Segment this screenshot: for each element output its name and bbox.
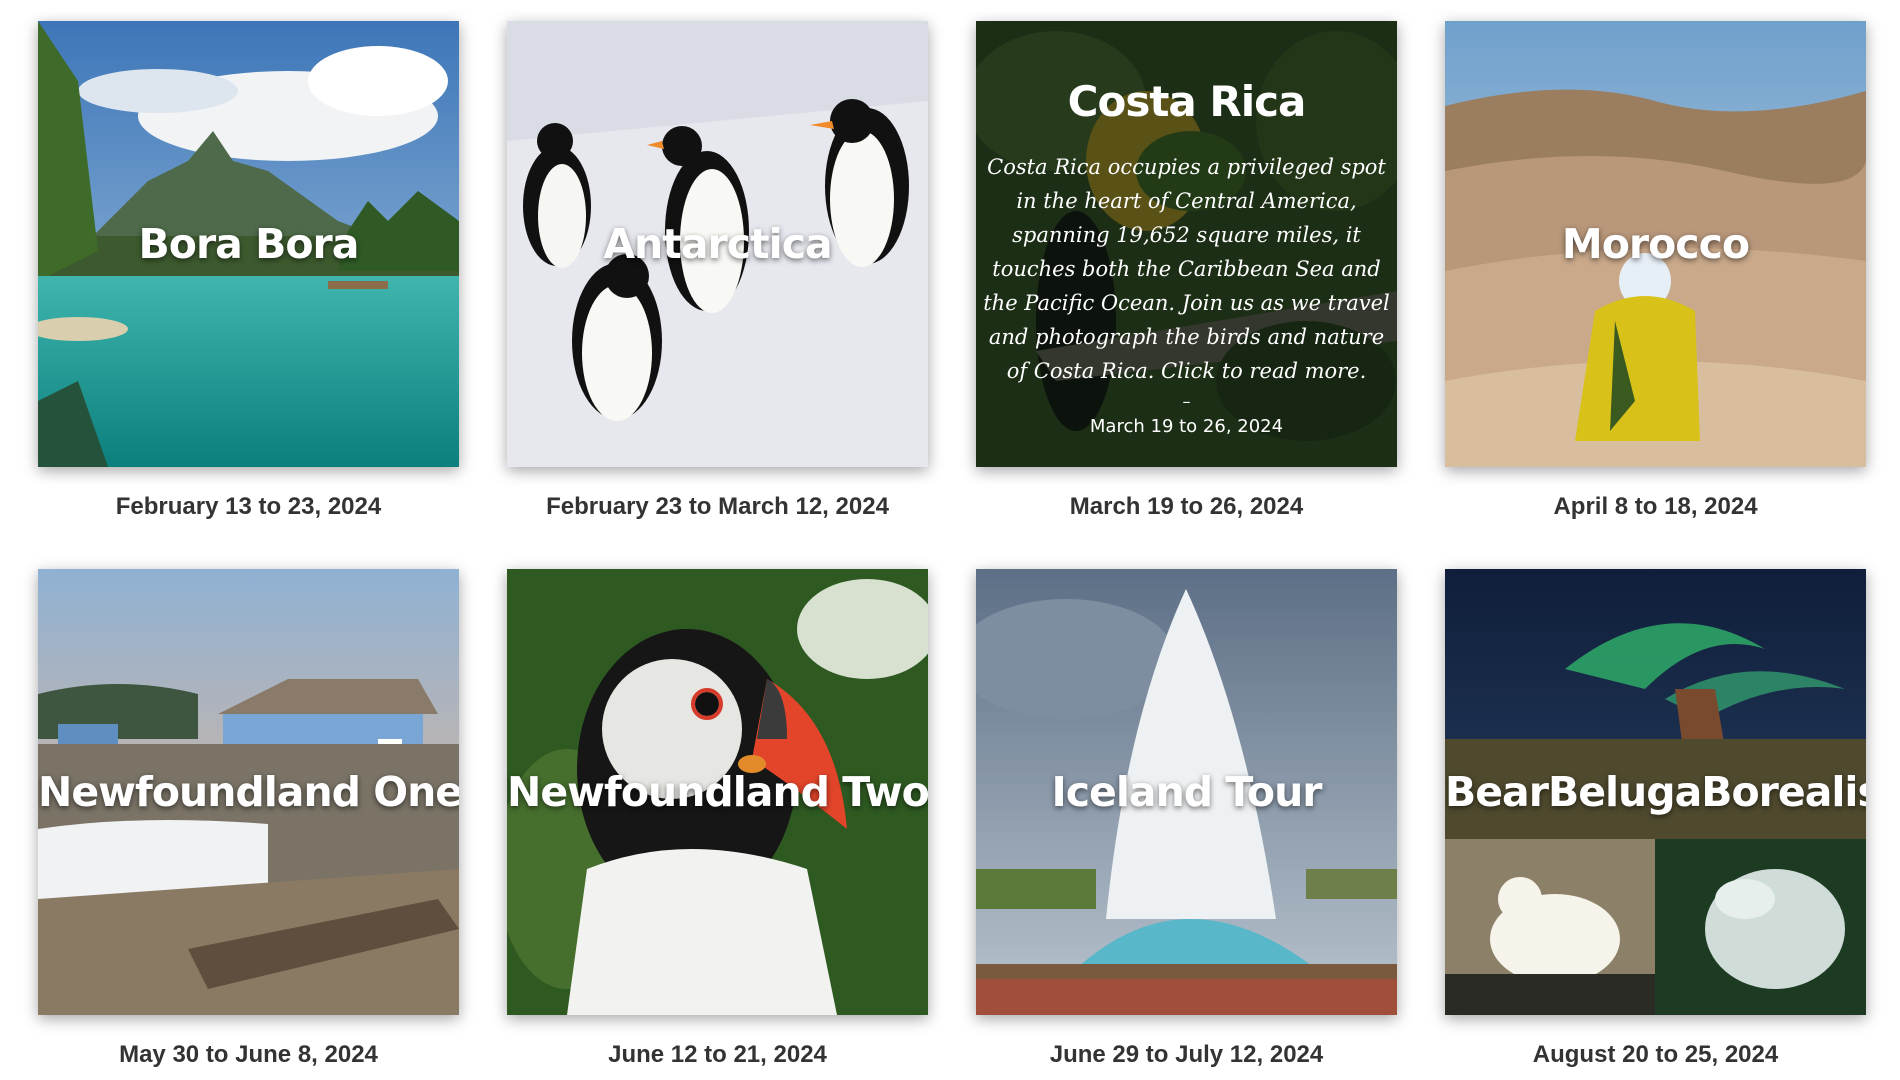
separator-dash: –: [1182, 392, 1191, 411]
tour-tile-iceland-tour[interactable]: Iceland Tour: [976, 569, 1397, 1015]
tour-card-bora-bora: Bora Bora February 13 to 23, 2024: [38, 21, 459, 521]
tour-date: June 12 to 21, 2024: [608, 1041, 827, 1068]
tour-title: Bora Bora: [138, 220, 360, 268]
tour-card-costa-rica: Costa Rica Costa Rica occupies a privile…: [976, 21, 1397, 521]
tour-tile-antarctica[interactable]: Antarctica: [507, 21, 928, 467]
tour-date: February 13 to 23, 2024: [115, 493, 382, 520]
tour-title: Iceland Tour: [1051, 768, 1323, 816]
tour-grid: Bora Bora February 13 to 23, 2024 Antarc…: [0, 0, 1900, 1080]
tour-tile-morocco[interactable]: Morocco: [1445, 21, 1866, 467]
tour-card-morocco: Morocco April 8 to 18, 2024: [1445, 21, 1866, 521]
tour-tile-bearbelugaborealis[interactable]: BearBelugaBorealis: [1445, 569, 1866, 1015]
tour-card-bearbelugaborealis: BearBelugaBorealis August 20 to 25, 2024: [1445, 569, 1866, 1069]
tour-title: Newfoundland One: [38, 768, 459, 816]
tour-title: Newfoundland Two: [507, 768, 928, 816]
tour-date: May 30 to June 8, 2024: [119, 1041, 378, 1068]
tour-card-newfoundland-one: Newfoundland One May 30 to June 8, 2024: [38, 569, 459, 1069]
tour-date: April 8 to 18, 2024: [1553, 493, 1758, 520]
tour-tile-newfoundland-two[interactable]: Newfoundland Two: [507, 569, 928, 1015]
tour-title: Morocco: [1561, 220, 1750, 268]
tour-title: Costa Rica: [1067, 77, 1307, 126]
tour-date: March 19 to 26, 2024: [1069, 493, 1304, 520]
tour-description-overlay: Costa Rica Costa Rica occupies a privile…: [976, 21, 1397, 467]
overlay-date: March 19 to 26, 2024: [1089, 416, 1284, 437]
tour-title: BearBelugaBorealis: [1445, 768, 1866, 816]
tour-date: August 20 to 25, 2024: [1532, 1041, 1779, 1068]
tour-description: Costa Rica occupies a privileged spot in…: [983, 155, 1390, 383]
tour-card-iceland-tour: Iceland Tour June 29 to July 12, 2024: [976, 569, 1397, 1069]
tour-title: Antarctica: [603, 220, 832, 268]
tour-tile-costa-rica[interactable]: Costa Rica Costa Rica occupies a privile…: [976, 21, 1397, 467]
tour-card-newfoundland-two: Newfoundland Two June 12 to 21, 2024: [507, 569, 928, 1069]
tour-date: June 29 to July 12, 2024: [1049, 1041, 1324, 1068]
tour-tile-bora-bora[interactable]: Bora Bora: [38, 21, 459, 467]
tour-date: February 23 to March 12, 2024: [546, 493, 889, 520]
tour-card-antarctica: Antarctica February 23 to March 12, 2024: [507, 21, 928, 521]
tour-tile-newfoundland-one[interactable]: Newfoundland One: [38, 569, 459, 1015]
